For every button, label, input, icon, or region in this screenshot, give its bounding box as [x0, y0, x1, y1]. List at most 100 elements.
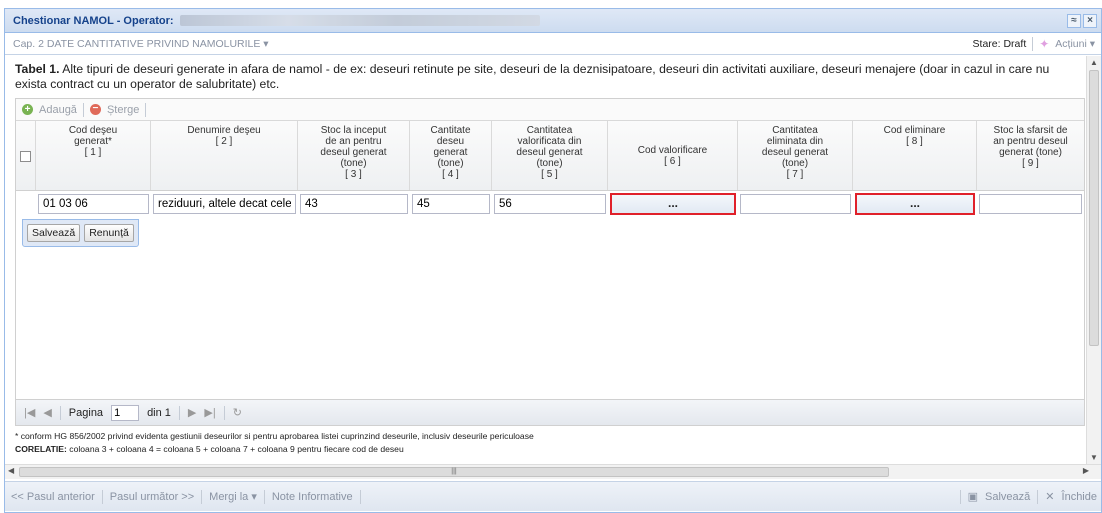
column-number: [ 2 ]: [215, 136, 233, 147]
goto-menu[interactable]: Mergi la ▾: [209, 490, 257, 503]
column-number: [ 1 ]: [84, 147, 102, 158]
row-editor-buttons: Salvează Renunță: [22, 219, 139, 247]
grid-header: Cod deşeu generat* [ 1 ] Denumire deşeu …: [16, 121, 1084, 191]
cod-eliminare-picker[interactable]: ...: [855, 193, 975, 215]
column-number: [ 4 ]: [442, 169, 459, 180]
eliminata-input[interactable]: [740, 194, 851, 214]
column-label: Cod valorificare: [637, 144, 708, 156]
stoc-sfarsit-input[interactable]: [979, 194, 1082, 214]
column-header-cantitate[interactable]: Cantitate deseu generat (tone) [ 4 ]: [410, 121, 492, 190]
close-icon[interactable]: ×: [1083, 13, 1097, 28]
valorificata-input[interactable]: [494, 194, 606, 214]
table-title: Tabel 1. Alte tipuri de deseuri generate…: [15, 62, 1081, 92]
column-label: Cantitate deseu generat (tone): [430, 125, 471, 169]
cod-valorificare-picker[interactable]: ...: [610, 193, 736, 215]
scroll-thumb[interactable]: [1089, 70, 1099, 346]
note-hg: * conform HG 856/2002 privind evidenta g…: [15, 431, 534, 441]
select-all-checkbox[interactable]: [20, 151, 31, 162]
previous-step-button[interactable]: << Pasul anterior: [11, 491, 95, 503]
prev-page-icon[interactable]: ◀: [43, 406, 51, 419]
status-label: Stare: Draft: [972, 37, 1027, 50]
divider: [82, 102, 84, 117]
refresh-icon[interactable]: ↻: [233, 406, 242, 419]
column-number: [ 7 ]: [786, 169, 804, 180]
column-label: Denumire deşeu: [187, 125, 261, 136]
info-notes-button[interactable]: Note Informative: [272, 491, 353, 503]
vertical-scrollbar[interactable]: ▲ ▼: [1086, 56, 1101, 464]
add-icon: +: [22, 104, 33, 115]
save-icon: ▣: [967, 491, 979, 503]
next-step-button[interactable]: Pasul următor >>: [110, 491, 194, 503]
row-editor: ... ...: [16, 191, 1084, 215]
scroll-thumb[interactable]: |||: [19, 467, 889, 477]
column-number: [ 6 ]: [664, 155, 681, 167]
add-button[interactable]: Adaugă: [39, 104, 77, 116]
save-row-button[interactable]: Salvează: [27, 224, 81, 242]
operator-name-redacted: [179, 15, 540, 26]
divider: [59, 405, 61, 420]
column-header-cod-valorificare[interactable]: Cod valorificare [ 6 ]: [608, 121, 738, 190]
cancel-row-button[interactable]: Renunță: [84, 224, 134, 242]
scroll-left-icon[interactable]: ◀: [8, 466, 14, 475]
note-corelatie: CORELATIE: coloana 3 + coloana 4 = coloa…: [15, 443, 1087, 456]
window-title-bar: Chestionar NAMOL - Operator: ≈ ×: [5, 9, 1101, 33]
column-label: Cod deşeu generat*: [68, 125, 118, 147]
chapter-bar: Cap. 2 DATE CANTITATIVE PRIVIND NAMOLURI…: [5, 33, 1101, 55]
note-corelatie-text: coloana 3 + coloana 4 = coloana 5 + colo…: [66, 444, 404, 454]
column-label: Stoc la inceput de an pentru deseul gene…: [320, 125, 387, 169]
column-header-stoc-sfarsit[interactable]: Stoc la sfarsit de an pentru deseul gene…: [977, 121, 1084, 190]
denumire-deseu-input[interactable]: [153, 194, 296, 214]
column-number: [ 3 ]: [345, 169, 362, 180]
chapter-menu[interactable]: Cap. 2 DATE CANTITATIVE PRIVIND NAMOLURI…: [13, 38, 269, 50]
horizontal-scrollbar[interactable]: ◀ ||| ▶: [5, 464, 1101, 479]
note-corelatie-label: CORELATIE:: [15, 444, 67, 454]
divider: [1037, 489, 1039, 504]
divider: [101, 489, 103, 504]
delete-button[interactable]: Șterge: [107, 104, 139, 116]
content-area: Tabel 1. Alte tipuri de deseuri generate…: [5, 56, 1087, 464]
divider: [223, 405, 225, 420]
column-header-valorificata[interactable]: Cantitatea valorificata din deseul gener…: [492, 121, 608, 190]
column-label: Cantitatea valorificata din deseul gener…: [516, 125, 583, 169]
cod-deseu-input[interactable]: [38, 194, 149, 214]
column-header-cod[interactable]: Cod deşeu generat* [ 1 ]: [36, 121, 151, 190]
divider: [1032, 36, 1034, 51]
scroll-down-icon[interactable]: ▼: [1090, 453, 1098, 462]
wizard-footer: << Pasul anterior Pasul următor >> Mergi…: [5, 481, 1101, 511]
table-title-text: Alte tipuri de deseuri generate in afara…: [15, 62, 1050, 91]
collapse-icon[interactable]: ≈: [1067, 13, 1081, 28]
column-label: Cod eliminare: [883, 125, 946, 136]
divider: [145, 102, 147, 117]
column-label: Stoc la sfarsit de an pentru deseul gene…: [993, 125, 1068, 158]
actions-icon: ✦: [1039, 36, 1050, 51]
column-label: Cantitatea eliminata din deseul generat …: [761, 125, 829, 169]
divider: [359, 489, 361, 504]
divider: [201, 489, 203, 504]
close-button[interactable]: Închide: [1062, 491, 1097, 503]
first-page-icon[interactable]: |◀: [24, 406, 35, 419]
column-header-denumire[interactable]: Denumire deşeu [ 2 ]: [151, 121, 298, 190]
scroll-right-icon[interactable]: ▶: [1083, 466, 1089, 475]
actions-menu[interactable]: Acțiuni ▾: [1055, 38, 1095, 50]
questionnaire-window: Chestionar NAMOL - Operator: ≈ × Cap. 2 …: [4, 8, 1102, 513]
cantitate-input[interactable]: [412, 194, 490, 214]
scroll-up-icon[interactable]: ▲: [1090, 58, 1098, 67]
stoc-inceput-input[interactable]: [300, 194, 408, 214]
paging-toolbar: |◀ ◀ Pagina din 1 ▶ ▶| ↻: [16, 399, 1084, 425]
page-number-input[interactable]: [111, 404, 140, 421]
column-number: [ 8 ]: [906, 136, 923, 147]
column-header-eliminata[interactable]: Cantitatea eliminata din deseul generat …: [738, 121, 853, 190]
next-page-icon[interactable]: ▶: [188, 406, 196, 419]
delete-icon: −: [89, 104, 101, 115]
column-number: [ 5 ]: [541, 169, 558, 180]
column-header-cod-eliminare[interactable]: Cod eliminare [ 8 ]: [853, 121, 977, 190]
grid-toolbar: + Adaugă − Șterge: [16, 99, 1084, 121]
divider: [178, 405, 180, 420]
divider: [959, 489, 961, 504]
select-all-cell: [16, 121, 36, 190]
notes: * conform HG 856/2002 privind evidenta g…: [15, 430, 1087, 456]
last-page-icon[interactable]: ▶|: [204, 406, 215, 419]
save-button[interactable]: Salvează: [985, 491, 1030, 503]
column-header-stoc-inceput[interactable]: Stoc la inceput de an pentru deseul gene…: [298, 121, 410, 190]
divider: [263, 489, 265, 504]
